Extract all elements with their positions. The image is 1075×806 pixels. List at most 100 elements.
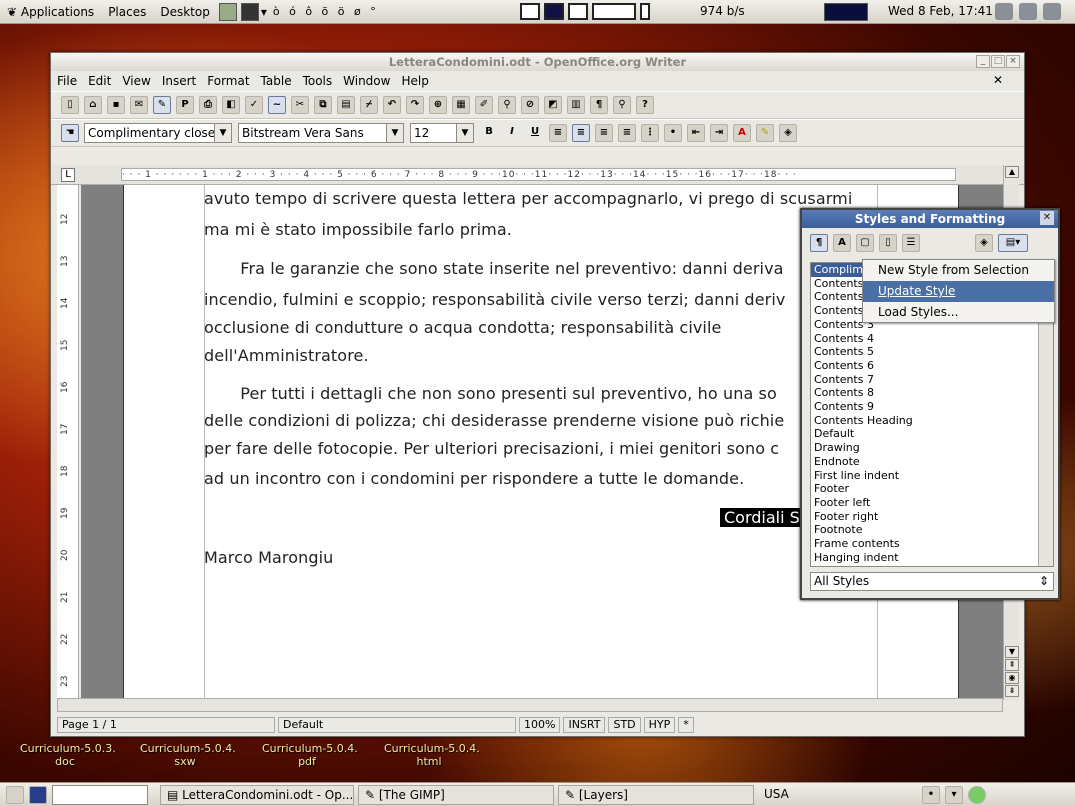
task-layers[interactable]: ✎ [Layers]	[558, 784, 754, 805]
menu-format[interactable]: Format	[207, 74, 249, 88]
zoom-indicator[interactable]: 100%	[519, 717, 561, 733]
chevron-down-icon[interactable]: ▼	[214, 124, 231, 142]
hyperlink-icon[interactable]: ⊕	[429, 96, 447, 114]
places-menu[interactable]: Places	[101, 5, 153, 19]
scroll-down-icon[interactable]: ▼	[1005, 646, 1019, 658]
launcher-icon[interactable]	[29, 785, 47, 804]
page-styles-icon[interactable]: ▯	[879, 234, 897, 252]
edit-mode-icon[interactable]: ✎	[153, 96, 171, 114]
previous-page-icon[interactable]: ⇞	[1005, 659, 1019, 671]
terminal-icon[interactable]	[240, 2, 259, 21]
close-icon[interactable]: ×	[1006, 55, 1020, 68]
mail-icon[interactable]	[1043, 3, 1061, 20]
chevron-down-icon[interactable]: ▼	[456, 124, 473, 142]
dropdown-arrow-icon[interactable]: ▾	[261, 5, 267, 19]
nonprinting-chars-icon[interactable]: ¶	[590, 96, 608, 114]
style-item[interactable]: Endnote	[811, 455, 1053, 469]
styles-panel-titlebar[interactable]: Styles and Formatting ✕	[802, 210, 1058, 228]
background-color-icon[interactable]: ◈	[779, 124, 797, 142]
format-paintbrush-icon[interactable]: ⌿	[360, 96, 378, 114]
style-item[interactable]: Contents Heading	[811, 414, 1053, 428]
find-replace-icon[interactable]: ⚲	[498, 96, 516, 114]
spin-icon[interactable]: ⇕	[1039, 573, 1049, 590]
gallery-icon[interactable]: ◩	[544, 96, 562, 114]
bullets-icon[interactable]: •	[664, 124, 682, 142]
keyboard-layout[interactable]: USA	[758, 785, 918, 805]
undo-icon[interactable]: ↶	[383, 96, 401, 114]
font-color-icon[interactable]: A	[733, 124, 751, 142]
menu-file[interactable]: File	[57, 74, 77, 88]
dropdown-arrow-icon[interactable]: ▾	[945, 785, 963, 804]
font-name-select[interactable]: Bitstream Vera Sans ▼	[238, 123, 404, 143]
horizontal-scrollbar[interactable]	[57, 698, 1003, 712]
navigator-icon[interactable]: ⊘	[521, 96, 539, 114]
workspace-4[interactable]	[592, 3, 636, 20]
export-pdf-icon[interactable]: P	[176, 96, 194, 114]
paragraph-style-select[interactable]: Complimentary close ▼	[84, 123, 232, 143]
redo-icon[interactable]: ↷	[406, 96, 424, 114]
justify-icon[interactable]: ≡	[618, 124, 636, 142]
hyperlink-mode-indicator[interactable]: HYP	[643, 717, 676, 733]
window-titlebar[interactable]: LetteraCondomini.odt - OpenOffice.org Wr…	[51, 53, 1024, 71]
menu-table[interactable]: Table	[261, 74, 292, 88]
style-filter-select[interactable]: All Styles ⇕	[810, 572, 1054, 591]
draw-functions-icon[interactable]: ✐	[475, 96, 493, 114]
menu-window[interactable]: Window	[343, 74, 390, 88]
workspace-switcher[interactable]	[520, 3, 650, 20]
list-styles-icon[interactable]: ☰	[902, 234, 920, 252]
scroll-up-icon[interactable]: ▲	[1005, 166, 1019, 178]
print-icon[interactable]: ⎙	[199, 96, 217, 114]
underline-icon[interactable]: U	[526, 124, 544, 142]
menu-tools[interactable]: Tools	[303, 74, 333, 88]
align-left-icon[interactable]: ≡	[549, 124, 567, 142]
style-item[interactable]: Footer left	[811, 496, 1053, 510]
selected-closing-text[interactable]: Cordiali S	[720, 508, 804, 527]
menu-view[interactable]: View	[122, 74, 150, 88]
page-style-indicator[interactable]: Default	[278, 717, 516, 733]
launcher-icon[interactable]	[218, 2, 237, 21]
desktop-menu[interactable]: Desktop	[153, 5, 217, 19]
paste-icon[interactable]: ▤	[337, 96, 355, 114]
bold-icon[interactable]: B	[480, 124, 498, 142]
menu-new-style-from-selection[interactable]: New Style from Selection	[863, 260, 1054, 281]
minimize-icon[interactable]: _	[976, 55, 990, 68]
decrease-indent-icon[interactable]: ⇤	[687, 124, 705, 142]
style-item[interactable]: Footnote	[811, 523, 1053, 537]
task-writer[interactable]: ▤ LetteraCondomini.odt - Op...	[160, 784, 354, 805]
desktop-icon[interactable]: Curriculum-5.0.4. pdf	[262, 742, 358, 768]
style-item[interactable]: Contents 8	[811, 386, 1053, 400]
style-item[interactable]: Contents 7	[811, 373, 1053, 387]
fill-format-icon[interactable]: ◈	[975, 234, 993, 252]
style-item[interactable]: Footer right	[811, 510, 1053, 524]
navigation-icon[interactable]: ◉	[1005, 672, 1019, 684]
frame-styles-icon[interactable]: ▢	[856, 234, 874, 252]
command-input[interactable]	[52, 784, 148, 805]
align-right-icon[interactable]: ≡	[595, 124, 613, 142]
style-item[interactable]: First line indent	[811, 469, 1053, 483]
close-icon[interactable]: ✕	[1040, 211, 1054, 225]
save-icon[interactable]: ▪	[107, 96, 125, 114]
zoom-icon[interactable]: ⚲	[613, 96, 631, 114]
workspace-3[interactable]	[568, 3, 588, 20]
insert-mode-indicator[interactable]: INSRT	[563, 717, 606, 733]
vertical-ruler[interactable]: 12 13 14 15 16 17 18 19 20 21 22 23	[57, 185, 79, 698]
user-icon[interactable]	[1019, 3, 1037, 20]
style-item[interactable]: Contents 9	[811, 400, 1053, 414]
desktop-icon[interactable]: Curriculum-5.0.3. doc	[20, 742, 116, 768]
style-item[interactable]: Hanging indent	[811, 551, 1053, 565]
font-size-select[interactable]: 12 ▼	[410, 123, 474, 143]
horizontal-ruler[interactable]: L · · · 1 · · · · · · 1 · · · 2 · · · 3 …	[51, 165, 1024, 185]
menu-edit[interactable]: Edit	[88, 74, 111, 88]
styles-formatting-icon[interactable]: ☚	[61, 124, 79, 142]
task-gimp[interactable]: ✎ [The GIMP]	[358, 784, 554, 805]
italic-icon[interactable]: I	[503, 124, 521, 142]
volume-icon[interactable]	[995, 3, 1013, 20]
style-item[interactable]: Contents 5	[811, 345, 1053, 359]
workspace-2[interactable]	[544, 3, 564, 20]
help-icon[interactable]: ?	[636, 96, 654, 114]
highlight-icon[interactable]: ✎	[756, 124, 774, 142]
dropdown-icon[interactable]: •	[922, 785, 940, 804]
email-icon[interactable]: ✉	[130, 96, 148, 114]
style-item[interactable]: Footer	[811, 482, 1053, 496]
style-item[interactable]: Drawing	[811, 441, 1053, 455]
